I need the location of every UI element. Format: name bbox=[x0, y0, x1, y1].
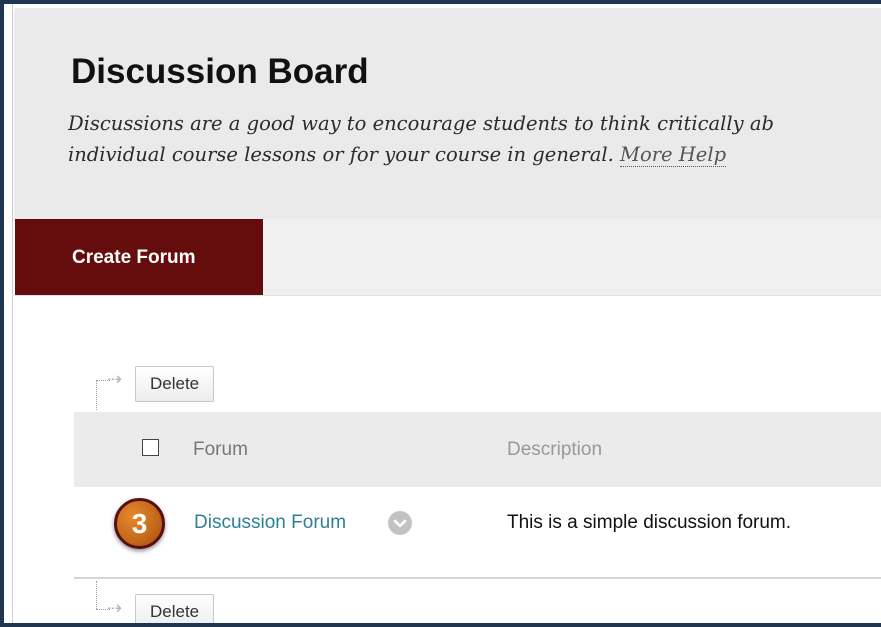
left-rule bbox=[12, 4, 13, 623]
list-action-connector bbox=[96, 380, 97, 410]
list-action-connector-bottom bbox=[96, 581, 97, 609]
step-badge: 3 bbox=[114, 498, 165, 549]
action-bar: Create Forum bbox=[15, 219, 881, 296]
description-line-1: Discussions are a good way to encourage … bbox=[68, 112, 774, 135]
forum-link[interactable]: Discussion Forum bbox=[194, 512, 346, 534]
arrow-right-icon: ⇢ bbox=[107, 369, 123, 390]
description-line-2: individual course lessons or for your co… bbox=[68, 139, 881, 170]
description-line-2-text: individual course lessons or for your co… bbox=[68, 143, 614, 166]
create-forum-button[interactable]: Create Forum bbox=[15, 219, 263, 295]
delete-button-top[interactable]: Delete bbox=[135, 366, 215, 402]
column-header-forum[interactable]: Forum bbox=[193, 439, 248, 461]
select-all-checkbox[interactable] bbox=[142, 439, 159, 456]
arrow-right-icon-bottom: ⇢ bbox=[107, 598, 123, 619]
page-description: Discussions are a good way to encourage … bbox=[68, 108, 881, 170]
more-help-link[interactable]: More Help bbox=[620, 143, 727, 167]
window-frame: Discussion Board Discussions are a good … bbox=[0, 0, 881, 627]
page-header: Discussion Board Discussions are a good … bbox=[15, 8, 881, 220]
chevron-down-icon[interactable] bbox=[388, 511, 412, 535]
page-title: Discussion Board bbox=[71, 52, 369, 91]
row-divider bbox=[74, 577, 881, 579]
column-header-description[interactable]: Description bbox=[507, 439, 602, 461]
forum-description: This is a simple discussion forum. bbox=[507, 512, 792, 533]
delete-button-bottom[interactable]: Delete bbox=[135, 594, 215, 623]
